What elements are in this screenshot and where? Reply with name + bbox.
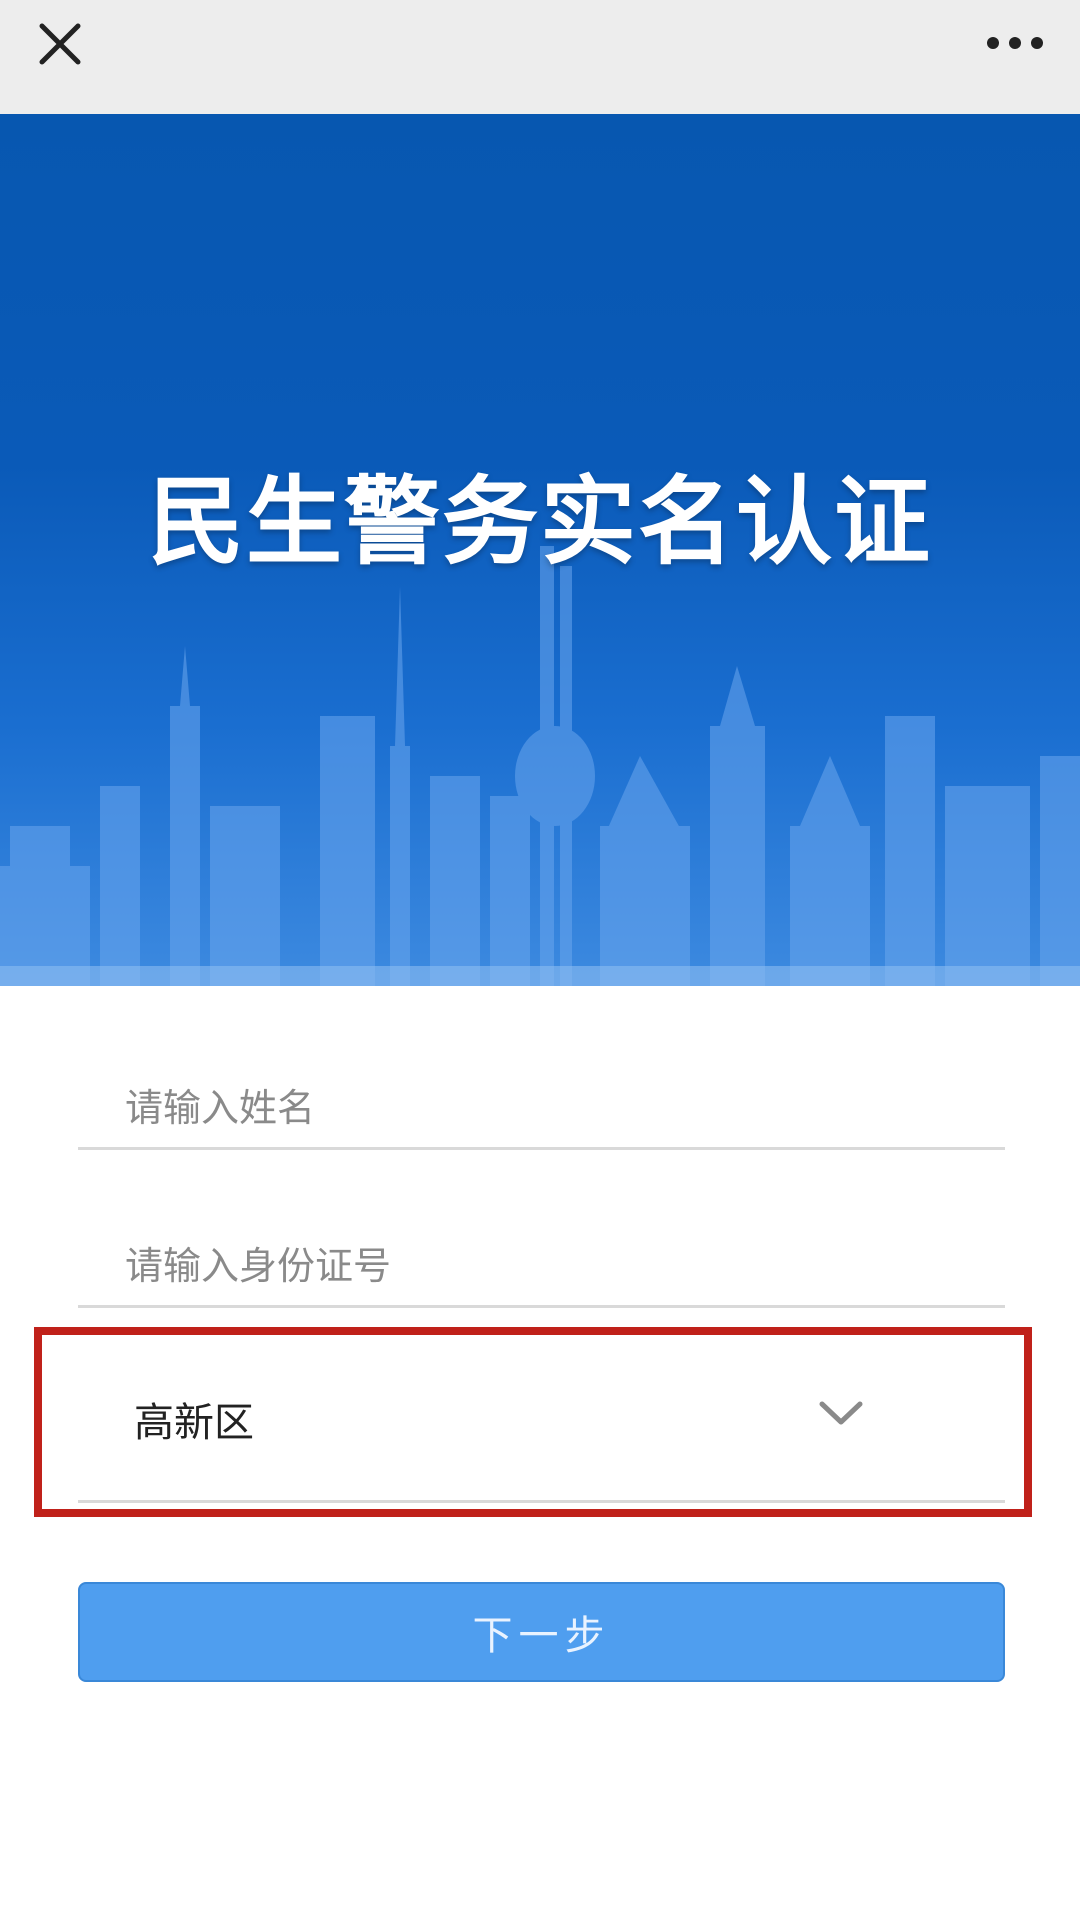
chevron-down-icon: [819, 1401, 863, 1425]
banner: 民生警务实名认证: [0, 114, 1080, 986]
city-skyline-illustration: [0, 546, 1080, 986]
more-dots-icon[interactable]: [980, 18, 1050, 68]
top-nav-bar: [0, 0, 1080, 114]
next-step-button[interactable]: 下一步: [78, 1582, 1005, 1682]
name-input[interactable]: [123, 1067, 987, 1149]
id-number-input[interactable]: [123, 1225, 987, 1307]
close-icon[interactable]: [30, 14, 90, 74]
banner-title: 民生警务实名认证: [148, 466, 932, 578]
name-field: [78, 1067, 1005, 1150]
district-select[interactable]: 高新区: [78, 1342, 1005, 1503]
district-select-value: 高新区: [134, 1400, 254, 1446]
id-number-field: [78, 1225, 1005, 1308]
